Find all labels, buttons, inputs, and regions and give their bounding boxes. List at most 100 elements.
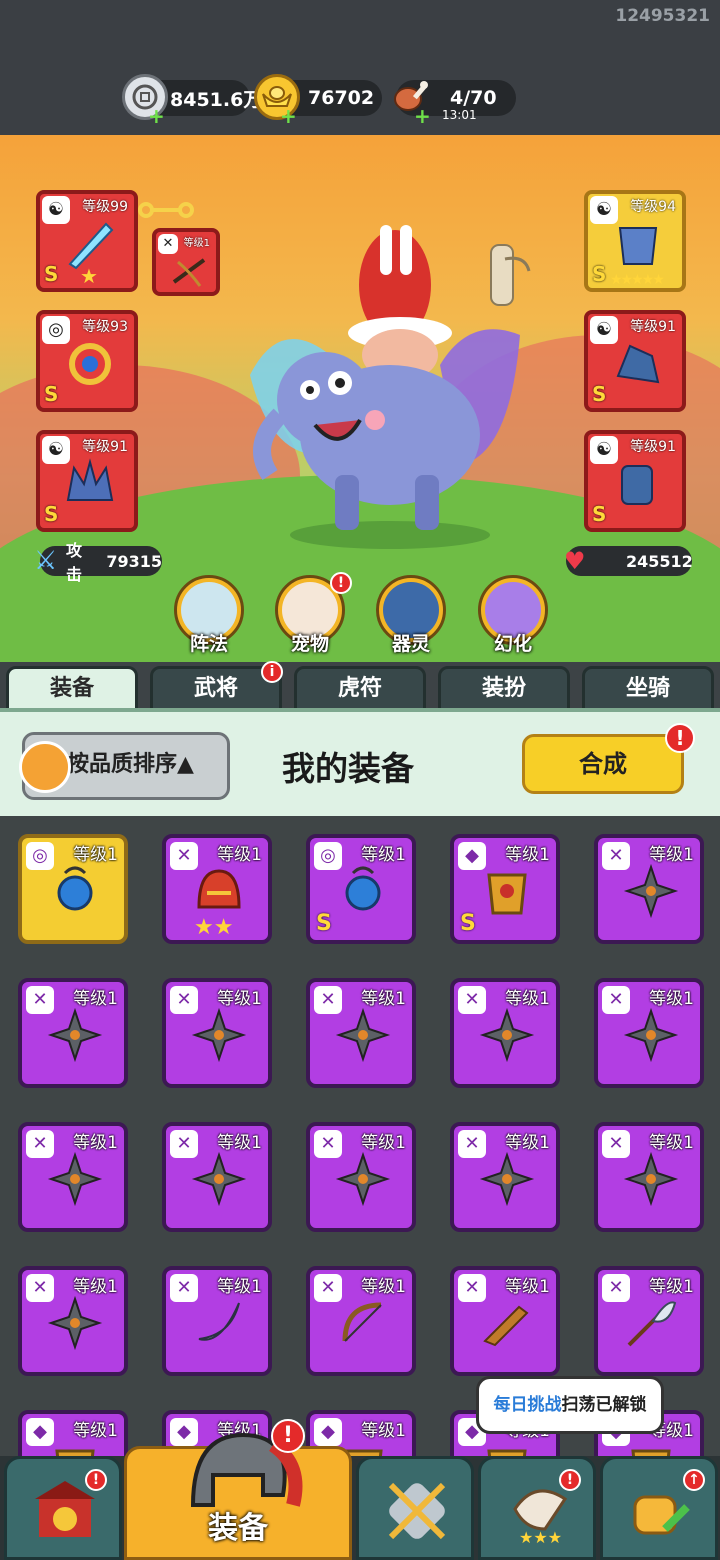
inventory-item-helmet[interactable]: ✕ 等级1 ★★ <box>162 834 272 944</box>
item-level: 等级1 <box>505 1133 550 1153</box>
inventory-item-shuriken[interactable]: ✕ 等级1 <box>594 978 704 1088</box>
stamina-value: 4/70 <box>450 87 497 109</box>
totem-icon <box>490 244 531 306</box>
armor-icon <box>487 1449 527 1456</box>
ice-gauntlet-icon <box>621 465 653 505</box>
inventory-item-shuriken[interactable]: ✕ 等级1 <box>162 978 272 1088</box>
item-level: 等级1 <box>73 845 118 865</box>
stamina-add-icon[interactable]: + <box>414 104 431 128</box>
synthesize-button[interactable]: 合成 ! <box>522 723 695 794</box>
shuriken-icon <box>335 1007 391 1063</box>
alert-badge: ! <box>559 1469 581 1491</box>
inventory-item-gun[interactable]: ✕ 等级1 <box>450 1266 560 1376</box>
hero-slot-right-3[interactable]: ☯ 等级91 S <box>584 430 686 532</box>
silver-add-icon[interactable]: + <box>148 104 165 128</box>
nav-horn[interactable]: ★★★ ! <box>478 1456 596 1560</box>
inventory-item-shuriken[interactable]: ✕ 等级1 <box>18 1122 128 1232</box>
item-level: 等级1 <box>217 845 262 865</box>
shuriken-icon <box>479 1151 535 1207</box>
inventory-item-shuriken[interactable]: ✕ 等级1 <box>594 1122 704 1232</box>
top-bar: 12495321 8451.6万 + 76702 + 4/70 13:01 + <box>0 0 720 135</box>
feature-label: 阵法 <box>189 633 228 655</box>
shuriken-icon <box>623 1151 679 1207</box>
inventory-item-shuriken[interactable]: ✕ 等级1 <box>162 1122 272 1232</box>
stars-icon: ★★★★★ <box>610 272 665 288</box>
hero-slot-left-3[interactable]: ☯ 等级91 S <box>36 430 138 532</box>
tab-tiger-tally[interactable]: 虎符 <box>294 666 426 714</box>
tab-equipment[interactable]: 装备 <box>6 666 138 714</box>
inventory-item-glaive[interactable]: ✕ 等级1 <box>594 1266 704 1376</box>
inventory-item-amulet[interactable]: ◎ 等级1 <box>18 834 128 944</box>
sort-by-quality-button[interactable]: 按品质排序▲ <box>19 732 230 800</box>
item-level: 等级1 <box>649 989 694 1009</box>
helmet-icon <box>197 869 241 909</box>
amulet-icon <box>345 866 381 911</box>
inventory-item-shuriken[interactable]: ✕ 等级1 <box>18 1266 128 1376</box>
feature-spirit[interactable]: 器灵 <box>376 575 446 655</box>
ice-armor-icon <box>618 227 658 265</box>
gold-resource[interactable]: 76702 + <box>254 74 382 128</box>
inventory-item-shuriken[interactable]: ✕ 等级1 <box>450 978 560 1088</box>
info-badge: i <box>261 661 283 683</box>
ice-crown-icon <box>66 458 114 501</box>
slot-grade: S <box>44 262 59 286</box>
inventory-item-shuriken[interactable]: ✕ 等级1 <box>594 834 704 944</box>
inventory-item-shuriken[interactable]: ✕ 等级1 <box>306 1122 416 1232</box>
slot-level: 等级91 <box>82 439 128 455</box>
item-level: 等级1 <box>361 845 406 865</box>
slot-level: 等级1 <box>183 238 210 249</box>
item-level: 等级1 <box>361 1133 406 1153</box>
gold-add-icon[interactable]: + <box>280 104 297 128</box>
hero-mini-slot[interactable]: ✕ 等级1 <box>152 228 220 296</box>
slot-level: 等级99 <box>82 199 128 215</box>
item-level: 等级1 <box>361 989 406 1009</box>
slot-grade: S <box>592 382 607 406</box>
feature-formation[interactable]: 阵法 <box>174 575 244 655</box>
feature-transform[interactable]: 幻化 <box>478 575 548 655</box>
hero-slot-left-1[interactable]: ☯ 等级99 S ★ <box>36 190 138 292</box>
tab-mount[interactable]: 坐骑 <box>582 666 714 714</box>
inventory-item-armor[interactable]: ◆等级1 <box>18 1410 128 1456</box>
stamina-resource[interactable]: 4/70 13:01 + <box>394 80 516 128</box>
panel-title: 我的装备 <box>282 749 414 788</box>
inventory-item-blade[interactable]: ✕ 等级1 <box>162 1266 272 1376</box>
upgrade-badge: ↑ <box>683 1469 705 1491</box>
inventory-grid: ◎ 等级1 ✕ 等级1 ★★ ◎ 等级1 S ◆ 等级1 S ✕ 等级1 ✕ 等级1 ✕ 等级1 ✕ 等级1 ✕ 等级1… <box>0 816 720 1456</box>
tab-costume[interactable]: 装扮 <box>438 666 570 714</box>
slot-level: 等级91 <box>630 439 676 455</box>
inventory-item-amulet[interactable]: ◎ 等级1 S <box>306 834 416 944</box>
inventory-item-shuriken[interactable]: ✕ 等级1 <box>18 978 128 1088</box>
alert-badge: ! <box>330 572 352 594</box>
ice-boots-icon <box>616 344 660 384</box>
tab-generals[interactable]: 武将 i <box>150 661 283 714</box>
shuriken-icon <box>47 1295 103 1351</box>
hero-slot-left-2[interactable]: ◎ 等级93 S <box>36 310 138 412</box>
nav-battle[interactable] <box>356 1456 474 1560</box>
nav-upgrade[interactable]: ↑ <box>600 1456 718 1560</box>
inventory-item-shuriken[interactable]: ✕ 等级1 <box>306 978 416 1088</box>
item-level: 等级1 <box>73 1277 118 1297</box>
inventory-item-armor[interactable]: ◆ 等级1 S <box>450 834 560 944</box>
silver-resource[interactable]: 8451.6万 + <box>122 74 262 128</box>
hero-slot-right-1[interactable]: ☯ 等级94 S ★★★★★ <box>584 190 686 292</box>
category-tabs: 装备 武将 i 虎符 装扮 坐骑 <box>0 661 720 714</box>
shuriken-icon <box>47 1151 103 1207</box>
golden-ring-icon <box>69 343 111 385</box>
tab-label: 武将 <box>193 676 238 701</box>
equipment-panel-header: 按品质排序▲ 我的装备 合成 ! <box>0 708 720 816</box>
slot-level: 等级93 <box>82 319 128 335</box>
inventory-item-bow[interactable]: ✕ 等级1 <box>306 1266 416 1376</box>
nav-shop[interactable]: ! <box>4 1456 122 1560</box>
feature-pet[interactable]: 宠物 ! <box>275 572 352 655</box>
item-level: 等级1 <box>505 845 550 865</box>
bottom-nav: ! 装备 ! ★★★ ! ↑ <box>0 1419 720 1560</box>
item-level: 等级1 <box>217 1277 262 1297</box>
hero-slot-right-2[interactable]: ☯ 等级91 S <box>584 310 686 412</box>
user-id: 12495321 <box>615 6 710 26</box>
nav-equipment[interactable]: 装备 ! <box>124 1419 352 1560</box>
item-level: 等级1 <box>217 989 262 1009</box>
inventory-item-shuriken[interactable]: ✕ 等级1 <box>450 1122 560 1232</box>
item-level: 等级1 <box>361 1421 406 1441</box>
armor-icon <box>487 873 527 915</box>
shuriken-icon <box>479 1007 535 1063</box>
